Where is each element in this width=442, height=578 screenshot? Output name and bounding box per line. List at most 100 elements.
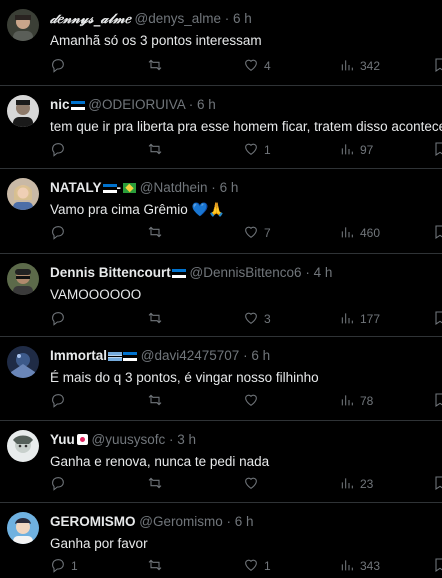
user-handle[interactable]: @Geromismo (139, 514, 222, 529)
avatar[interactable] (7, 430, 39, 462)
reply-icon (50, 57, 66, 76)
like-count: 1 (264, 559, 271, 573)
bookmark-icon (432, 224, 442, 243)
like-button[interactable]: 1 (243, 141, 271, 159)
view-count: 177 (360, 312, 381, 326)
heart-icon (243, 310, 259, 329)
user-handle[interactable]: @ODEIORUIVA (88, 97, 185, 112)
views-button[interactable]: 460 (339, 224, 380, 242)
display-name[interactable]: NATALY (50, 180, 102, 195)
avatar[interactable] (7, 263, 39, 295)
views-button[interactable]: 342 (339, 57, 380, 75)
user-handle[interactable]: @Natdhein (140, 180, 208, 195)
tweet[interactable]: 𝒹𝑒𝓃𝓃𝓎𝓈_𝒶𝓁𝓂𝑒 @denys_alme · 6 h Amanhã só … (0, 0, 442, 86)
like-button[interactable]: 7 (243, 224, 271, 242)
retweet-button[interactable] (147, 310, 168, 328)
reply-button[interactable] (50, 141, 71, 159)
tweet-header: nic @ODEIORUIVA · 6 h (50, 97, 216, 113)
reply-button[interactable] (50, 392, 71, 410)
timestamp[interactable]: 3 h (177, 432, 196, 447)
views-button[interactable]: 97 (339, 141, 373, 159)
bookmark-button[interactable] (432, 310, 442, 328)
bookmark-button[interactable] (432, 392, 442, 410)
reply-icon (50, 557, 66, 576)
bookmark-button[interactable] (432, 57, 442, 75)
retweet-button[interactable] (147, 224, 168, 242)
like-button[interactable] (243, 475, 264, 493)
tweet[interactable]: Dennis Bittencourt @DennisBittenco6 · 4 … (0, 254, 442, 337)
tweet[interactable]: NATALY - @Natdhein · 6 h Vamo pra cima Gr… (0, 169, 442, 254)
like-count: 3 (264, 312, 271, 326)
view-count: 343 (360, 559, 381, 573)
avatar[interactable] (7, 346, 39, 378)
separator: · (211, 180, 216, 195)
bookmark-button[interactable] (432, 557, 442, 575)
user-handle[interactable]: @davi42475707 (141, 348, 240, 363)
timestamp[interactable]: 6 h (233, 11, 252, 26)
views-button[interactable]: 23 (339, 475, 373, 493)
tweet[interactable]: Yuu @yuusysofc · 3 h Ganha e renova, nun… (0, 421, 442, 503)
flag-estonia-icon (123, 352, 138, 361)
bookmark-icon (432, 310, 442, 329)
views-icon (339, 475, 355, 494)
action-bar: 3 177 (50, 310, 442, 328)
retweet-button[interactable] (147, 57, 168, 75)
user-handle[interactable]: @yuusysofc (92, 432, 166, 447)
display-name[interactable]: GEROMISMO (50, 514, 136, 529)
like-button[interactable]: 4 (243, 57, 271, 75)
tweet[interactable]: GEROMISMO @Geromismo · 6 h Ganha por fav… (0, 503, 442, 578)
reply-icon (50, 475, 66, 494)
timestamp[interactable]: 6 h (235, 514, 254, 529)
timestamp[interactable]: 6 h (197, 97, 216, 112)
retweet-button[interactable] (147, 557, 168, 575)
avatar[interactable] (7, 178, 39, 210)
like-button[interactable] (243, 392, 264, 410)
timestamp[interactable]: 6 h (251, 348, 270, 363)
reply-button[interactable] (50, 310, 71, 328)
views-icon (339, 141, 355, 160)
like-count: 4 (264, 59, 271, 73)
avatar[interactable] (7, 95, 39, 127)
reply-button[interactable] (50, 224, 71, 242)
reply-icon (50, 224, 66, 243)
tweet-header: Yuu @yuusysofc · 3 h (50, 432, 196, 448)
timestamp[interactable]: 4 h (314, 265, 333, 280)
timestamp[interactable]: 6 h (220, 180, 239, 195)
bookmark-button[interactable] (432, 141, 442, 159)
avatar[interactable] (7, 9, 39, 41)
avatar[interactable] (7, 512, 39, 544)
views-icon (339, 392, 355, 411)
reply-button[interactable]: 1 (50, 557, 78, 575)
like-button[interactable]: 1 (243, 557, 271, 575)
bookmark-button[interactable] (432, 224, 442, 242)
reply-icon (50, 141, 66, 160)
reply-button[interactable] (50, 57, 71, 75)
user-handle[interactable]: @denys_alme (134, 11, 221, 26)
tweet[interactable]: nic @ODEIORUIVA · 6 h tem que ir pra lib… (0, 86, 442, 169)
views-icon (339, 224, 355, 243)
retweet-icon (147, 475, 163, 494)
reply-button[interactable] (50, 475, 71, 493)
display-name[interactable]: 𝒹𝑒𝓃𝓃𝓎𝓈_𝒶𝓁𝓂𝑒 (50, 11, 131, 27)
views-button[interactable]: 78 (339, 392, 373, 410)
display-name[interactable]: Immortal (50, 348, 107, 363)
retweet-button[interactable] (147, 141, 168, 159)
retweet-button[interactable] (147, 475, 168, 493)
retweet-icon (147, 557, 163, 576)
tweet[interactable]: Immortal @davi42475707 · 6 h É mais do q… (0, 337, 442, 421)
views-button[interactable]: 177 (339, 310, 380, 328)
like-count: 7 (264, 226, 271, 240)
bookmark-icon (432, 57, 442, 76)
display-name[interactable]: Dennis Bittencourt (50, 265, 171, 280)
user-handle[interactable]: @DennisBittenco6 (190, 265, 302, 280)
display-name[interactable]: Yuu (50, 432, 75, 447)
views-button[interactable]: 343 (339, 557, 380, 575)
bookmark-button[interactable] (432, 475, 442, 493)
retweet-button[interactable] (147, 392, 168, 410)
name-dash: - (116, 180, 122, 195)
display-name[interactable]: nic (50, 97, 70, 112)
reply-count: 1 (71, 559, 78, 573)
tweet-text: É mais do q 3 pontos, é vingar nosso fil… (50, 370, 319, 385)
like-button[interactable]: 3 (243, 310, 271, 328)
separator: · (226, 514, 232, 529)
